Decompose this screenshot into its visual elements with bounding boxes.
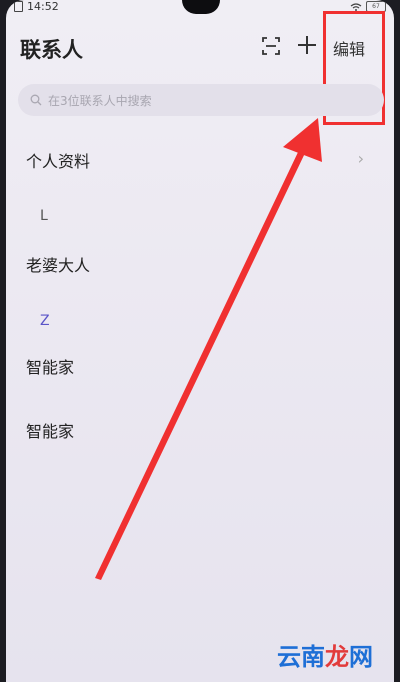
watermark-logo: 云 南 龙 网 — [270, 634, 380, 674]
scan-icon[interactable] — [261, 36, 281, 56]
contact-item[interactable]: 智能家 — [26, 418, 74, 442]
profile-row[interactable]: 个人资料 › — [6, 146, 394, 171]
search-icon — [30, 94, 42, 106]
search-input[interactable]: 在3位联系人中搜索 — [18, 84, 384, 116]
phone-screen: 14:52 67 联系人 编辑 在3位联系人中搜索 个人资料 › L 老婆大人 … — [6, 0, 394, 682]
sim-icon — [14, 1, 23, 12]
watermark-char: 云 — [277, 642, 301, 671]
section-letter-l: L — [40, 208, 48, 224]
contact-item[interactable]: 智能家 — [26, 354, 74, 378]
watermark-char: 龙 — [325, 642, 349, 671]
chevron-right-icon: › — [357, 149, 364, 168]
wifi-icon — [350, 2, 362, 11]
contact-item[interactable]: 老婆大人 — [26, 252, 90, 276]
status-time: 14:52 — [27, 0, 59, 13]
plus-icon[interactable] — [296, 34, 318, 56]
page-title: 联系人 — [20, 38, 83, 62]
watermark-char: 网 — [349, 642, 373, 671]
watermark-char: 南 — [301, 642, 325, 671]
search-placeholder: 在3位联系人中搜索 — [48, 93, 152, 108]
profile-label: 个人资料 — [26, 152, 91, 171]
section-letter-z: Z — [40, 313, 50, 329]
status-left: 14:52 — [14, 0, 59, 13]
